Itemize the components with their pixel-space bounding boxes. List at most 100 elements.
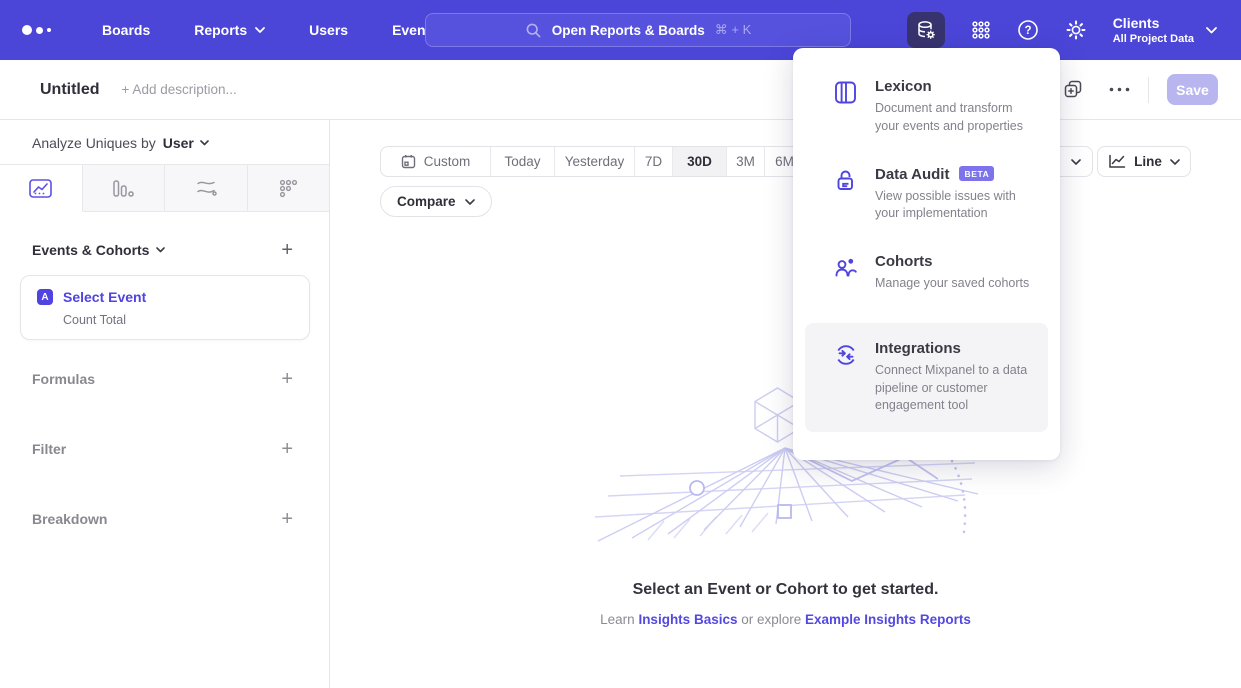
menu-item-description: View possible issues with your implement… xyxy=(875,188,1040,224)
query-sidebar: Analyze Uniques by User xyxy=(0,120,330,688)
settings-button[interactable] xyxy=(1065,19,1087,41)
range-30d-selected[interactable]: 30D xyxy=(673,147,727,176)
formulas-section: Formulas + xyxy=(32,369,293,389)
flow-chart-icon xyxy=(195,179,217,197)
menu-item-integrations[interactable]: Integrations Connect Mixpanel to a data … xyxy=(805,323,1048,432)
tab-bar-chart[interactable] xyxy=(83,165,166,212)
global-search-input[interactable]: Open Reports & Boards ⌘ + K xyxy=(425,13,851,47)
menu-item-data-audit[interactable]: Data Audit BETA View possible issues wit… xyxy=(793,166,1060,224)
tab-metrics[interactable] xyxy=(248,165,330,212)
org-name: Clients xyxy=(1113,15,1194,32)
menu-item-title: Lexicon xyxy=(875,78,932,95)
range-7d[interactable]: 7D xyxy=(635,147,673,176)
chart-type-tabs xyxy=(0,164,329,212)
svg-text:?: ? xyxy=(1024,25,1031,37)
help-button[interactable]: ? xyxy=(1017,19,1039,41)
chevron-down-icon xyxy=(1071,159,1081,165)
metrics-icon xyxy=(279,179,298,198)
nav-item-boards[interactable]: Boards xyxy=(102,22,150,38)
event-card[interactable]: A Select Event Count Total xyxy=(20,275,310,340)
analyze-by-dropdown[interactable]: User xyxy=(163,135,209,151)
chevron-down-icon xyxy=(200,140,209,146)
select-event-button[interactable]: Select Event xyxy=(63,289,146,305)
range-label: 30D xyxy=(687,154,712,169)
menu-item-cohorts[interactable]: Cohorts Manage your saved cohorts xyxy=(793,253,1060,293)
more-menu-button[interactable] xyxy=(1109,87,1130,92)
report-title[interactable]: Untitled xyxy=(40,81,100,99)
nav-item-label: Users xyxy=(309,22,348,38)
menu-item-lexicon[interactable]: Lexicon Document and transform your even… xyxy=(793,78,1060,136)
add-breakdown-button[interactable]: + xyxy=(281,511,293,527)
empty-state-links: Learn Insights Basics or explore Example… xyxy=(330,612,1241,627)
data-management-menu: Lexicon Document and transform your even… xyxy=(793,48,1060,460)
nav-item-reports[interactable]: Reports xyxy=(194,22,265,38)
duplicate-icon xyxy=(1064,80,1083,99)
count-type-dropdown[interactable]: Count Total xyxy=(63,313,293,327)
nav-menu: Boards Reports Users Events xyxy=(102,22,438,38)
example-reports-link[interactable]: Example Insights Reports xyxy=(805,612,971,627)
event-series-badge: A xyxy=(37,289,53,305)
search-shortcut: ⌘ + K xyxy=(715,22,752,38)
report-canvas: Custom Today Yesterday 7D 30D 3M 6M Line… xyxy=(330,120,1241,688)
calendar-icon xyxy=(401,154,416,169)
nav-item-label: Boards xyxy=(102,22,150,38)
integrations-sync-icon xyxy=(833,342,859,368)
menu-item-title: Integrations xyxy=(875,340,961,357)
line-style-icon xyxy=(1108,154,1126,169)
breakdown-section: Breakdown + xyxy=(32,509,293,529)
app-window: Boards Reports Users Events Open Reports… xyxy=(0,0,1241,688)
tab-line-chart[interactable] xyxy=(0,165,83,212)
chevron-down-icon xyxy=(465,199,475,205)
range-label: 6M xyxy=(775,154,794,169)
range-label: Custom xyxy=(424,154,471,169)
mixpanel-logo-icon[interactable] xyxy=(22,25,68,35)
compare-dropdown[interactable]: Compare xyxy=(380,186,492,217)
filter-section: Filter + xyxy=(32,439,293,459)
add-formula-button[interactable]: + xyxy=(281,371,293,387)
menu-item-description: Connect Mixpanel to a data pipeline or c… xyxy=(875,362,1040,415)
events-cohorts-label: Events & Cohorts xyxy=(32,242,149,258)
menu-item-description: Manage your saved cohorts xyxy=(875,275,1029,293)
formulas-label: Formulas xyxy=(32,371,95,387)
tab-flow-chart[interactable] xyxy=(165,165,248,212)
apps-grid-icon xyxy=(971,20,991,40)
add-description-field[interactable]: + Add description... xyxy=(122,82,237,97)
analyze-label: Analyze Uniques by xyxy=(32,135,156,151)
menu-item-title: Data Audit xyxy=(875,166,949,183)
compare-label: Compare xyxy=(397,194,456,209)
range-3m[interactable]: 3M xyxy=(727,147,765,176)
range-today[interactable]: Today xyxy=(491,147,555,176)
range-label: 7D xyxy=(645,154,662,169)
apps-grid-button[interactable] xyxy=(971,20,991,40)
analyze-by-value: User xyxy=(163,135,194,151)
range-custom[interactable]: Custom xyxy=(381,147,491,176)
filter-label: Filter xyxy=(32,441,66,457)
chevron-down-icon xyxy=(1170,159,1180,165)
project-switcher[interactable]: Clients All Project Data xyxy=(1113,15,1217,46)
duplicate-button[interactable] xyxy=(1064,80,1083,99)
divider xyxy=(1148,77,1149,103)
bar-chart-icon xyxy=(112,179,134,198)
nav-item-label: Reports xyxy=(194,22,247,38)
insights-basics-link[interactable]: Insights Basics xyxy=(638,612,737,627)
events-cohorts-dropdown[interactable]: Events & Cohorts xyxy=(32,242,165,258)
data-management-button[interactable] xyxy=(907,12,945,48)
save-button[interactable]: Save xyxy=(1167,74,1218,105)
add-event-button[interactable]: + xyxy=(281,242,293,258)
chevron-down-icon xyxy=(255,27,265,33)
search-placeholder: Open Reports & Boards xyxy=(552,23,705,38)
beta-badge: BETA xyxy=(959,166,994,181)
project-name: All Project Data xyxy=(1113,32,1194,46)
menu-item-description: Document and transform your events and p… xyxy=(875,100,1040,136)
chevron-down-icon xyxy=(156,247,165,253)
add-filter-button[interactable]: + xyxy=(281,441,293,457)
nav-item-users[interactable]: Users xyxy=(309,22,348,38)
search-icon xyxy=(525,22,542,39)
database-gear-icon xyxy=(915,19,937,41)
links-prefix: Learn xyxy=(600,612,638,627)
line-chart-icon xyxy=(29,179,52,198)
book-icon xyxy=(833,80,858,105)
chart-style-dropdown[interactable]: Line xyxy=(1097,146,1191,177)
range-label: Today xyxy=(504,154,540,169)
range-yesterday[interactable]: Yesterday xyxy=(555,147,635,176)
